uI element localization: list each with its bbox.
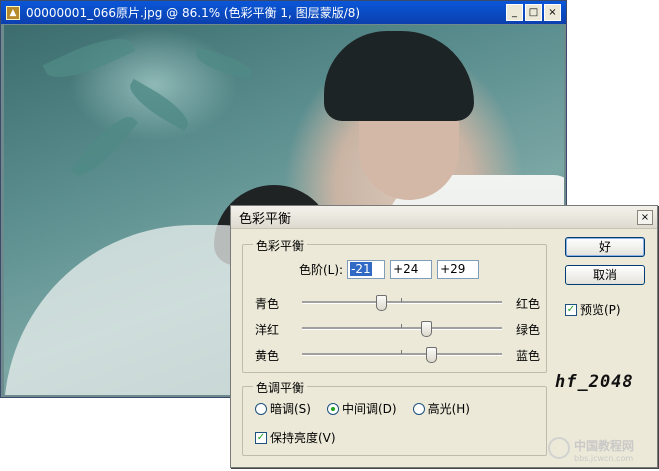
radio-shadows[interactable]: 暗调(S) xyxy=(255,400,311,417)
yellow-blue-track[interactable] xyxy=(302,347,502,363)
leaf-shape xyxy=(192,47,256,81)
cyan-red-thumb[interactable] xyxy=(376,295,387,311)
color-balance-legend: 色彩平衡 xyxy=(253,237,308,254)
slider-label-green: 绿色 xyxy=(515,323,540,337)
preserve-luminosity-option[interactable]: ✓ 保持亮度(V) xyxy=(255,429,336,446)
levels-row: 色阶(L): -21 +24 +29 xyxy=(299,260,484,279)
levels-value-cyan-red: -21 xyxy=(350,262,372,276)
leaf-shape xyxy=(42,27,136,89)
slider-label-yellow: 黄色 xyxy=(255,349,280,363)
magenta-green-slider-row: 洋红 绿色 xyxy=(255,318,540,338)
leaf-shape xyxy=(69,108,139,184)
levels-label: 色阶(L): xyxy=(299,263,344,277)
author-signature: hf_2048 xyxy=(555,372,634,392)
slider-label-red: 红色 xyxy=(515,297,540,311)
slider-center-tick xyxy=(401,324,402,328)
dialog-close-button[interactable]: × xyxy=(637,209,653,225)
radio-highlights[interactable]: 高光(H) xyxy=(412,400,470,417)
radio-midtones[interactable]: 中间调(D) xyxy=(326,400,397,417)
close-button[interactable]: × xyxy=(544,4,561,21)
maximize-button[interactable]: □ xyxy=(525,4,542,21)
preserve-luminosity-label: 保持亮度(V) xyxy=(270,431,336,445)
radio-highlights-label: 高光(H) xyxy=(427,402,470,416)
magenta-green-thumb[interactable] xyxy=(421,321,432,337)
document-titlebar[interactable]: ▲ 00000001_066原片.jpg @ 86.1% (色彩平衡 1, 图层… xyxy=(1,1,566,24)
dialog-title: 色彩平衡 xyxy=(239,211,292,227)
site-watermark: 中国教程网 bbs.jcwcn.com xyxy=(548,437,634,463)
slider-center-tick xyxy=(401,298,402,302)
levels-input-magenta-green[interactable]: +24 xyxy=(390,260,433,279)
cyan-red-track[interactable] xyxy=(302,295,502,311)
radio-shadows-circle[interactable] xyxy=(255,402,267,415)
radio-highlights-circle[interactable] xyxy=(412,402,425,415)
levels-input-yellow-blue[interactable]: +29 xyxy=(437,260,480,279)
photoshop-document-icon: ▲ xyxy=(6,5,20,20)
preserve-luminosity-checkbox[interactable]: ✓ xyxy=(255,431,267,444)
tone-balance-legend: 色调平衡 xyxy=(253,379,308,396)
dialog-titlebar[interactable]: 色彩平衡 × xyxy=(231,206,657,229)
cancel-button[interactable]: 取消 xyxy=(565,265,645,285)
cyan-red-slider-row: 青色 红色 xyxy=(255,292,540,312)
slider-label-cyan: 青色 xyxy=(255,297,280,311)
watermark-text: 中国教程网 bbs.jcwcn.com xyxy=(574,437,634,463)
slider-label-magenta: 洋红 xyxy=(255,323,280,337)
levels-input-cyan-red[interactable]: -21 xyxy=(347,260,386,279)
watermark-logo-icon xyxy=(548,437,570,459)
radio-midtones-circle[interactable] xyxy=(326,402,339,415)
yellow-blue-thumb[interactable] xyxy=(426,347,437,363)
slider-center-tick xyxy=(401,350,402,354)
document-title: 00000001_066原片.jpg @ 86.1% (色彩平衡 1, 图层蒙版… xyxy=(26,6,361,20)
radio-shadows-label: 暗调(S) xyxy=(270,402,311,416)
tone-balance-group: 色调平衡 暗调(S) 中间调(D) 高光(H) ✓ 保持亮度(V) xyxy=(242,379,547,456)
watermark-url: bbs.jcwcn.com xyxy=(574,454,634,463)
tone-radio-row: 暗调(S) 中间调(D) 高光(H) xyxy=(255,400,486,417)
ok-button[interactable]: 好 xyxy=(565,237,645,257)
slider-label-blue: 蓝色 xyxy=(515,349,540,363)
watermark-title: 中国教程网 xyxy=(574,439,635,453)
yellow-blue-slider-row: 黄色 蓝色 xyxy=(255,344,540,364)
minimize-button[interactable]: _ xyxy=(506,4,523,21)
radio-midtones-label: 中间调(D) xyxy=(341,402,397,416)
magenta-green-track[interactable] xyxy=(302,321,502,337)
groom-hair xyxy=(324,31,474,121)
preview-option[interactable]: ✓ 预览(P) xyxy=(565,301,621,318)
color-balance-group: 色彩平衡 色阶(L): -21 +24 +29 青色 红色 洋红 绿色 黄色 蓝… xyxy=(242,237,547,373)
preview-checkbox[interactable]: ✓ xyxy=(565,303,577,316)
preview-label: 预览(P) xyxy=(580,303,621,317)
color-balance-dialog: 色彩平衡 × 色彩平衡 色阶(L): -21 +24 +29 青色 红色 洋红 … xyxy=(230,205,658,468)
